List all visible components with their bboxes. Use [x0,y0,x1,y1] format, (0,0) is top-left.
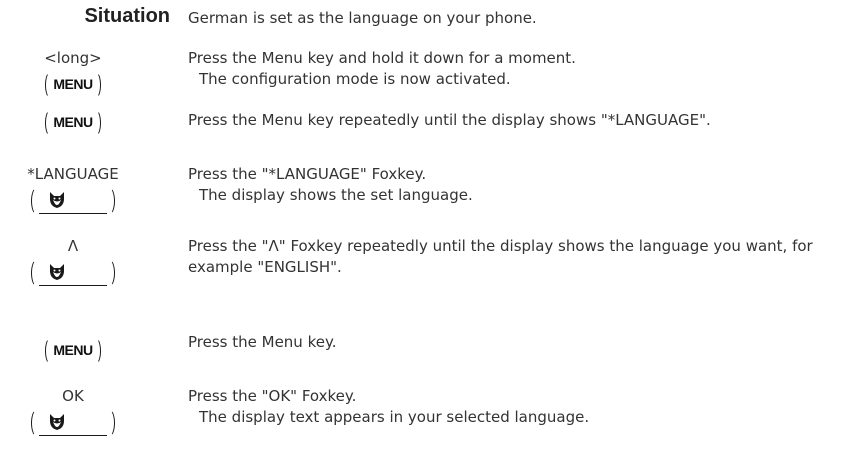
situation-text: German is set as the language on your ph… [188,9,537,27]
instruction-text: Press the "*LANGUAGE" Foxkey. [188,165,427,183]
step-text: Press the "OK" Foxkey. The display text … [188,386,858,428]
step-text: Press the Menu key and hold it down for … [188,48,858,90]
result-text: The display shows the set language. [199,186,473,204]
step-key-column: MENU [0,110,146,140]
step-key-column: <long> MENU [0,48,146,102]
menu-key-text: MENU [53,76,93,92]
step-key-column: OK [0,386,146,441]
result-text: The display text appears in your selecte… [199,408,590,426]
instruction-text: Press the Menu key and hold it down for … [188,49,576,67]
menu-key-text: MENU [53,114,93,130]
menu-key-text: MENU [53,342,93,358]
step-key-column: MENU [0,332,146,368]
fox-icon [50,192,64,208]
instruction-text: Press the "Λ" Foxkey repeatedly until th… [188,237,813,276]
step-key-column: Λ [0,236,146,291]
step-text: Press the "*LANGUAGE" Foxkey. The displa… [188,164,858,206]
manual-page: Situation German is set as the language … [0,0,868,459]
menu-key-icon: MENU [45,72,101,98]
fox-icon [50,414,64,430]
key-label: OK [62,387,84,405]
instruction-text: Press the "OK" Foxkey. [188,387,357,405]
foxkey-button-icon [31,259,115,287]
menu-key-icon: MENU [45,338,101,364]
result-text: The configuration mode is now activated. [199,70,511,88]
key-label: *LANGUAGE [27,165,119,183]
instruction-text: Press the Menu key. [188,333,337,351]
instruction-text: Press the Menu key repeatedly until the … [188,111,711,129]
step-text: Press the Menu key. [188,332,858,353]
section-heading: Situation [84,5,170,27]
menu-key-icon: MENU [45,110,101,136]
step-text: Press the "Λ" Foxkey repeatedly until th… [188,236,858,278]
step-text: Press the Menu key repeatedly until the … [188,110,858,131]
step-key-column: *LANGUAGE [0,164,146,219]
foxkey-button-icon [31,187,115,215]
fox-icon [50,264,64,280]
key-label: <long> [44,49,102,67]
foxkey-button-icon [31,409,115,437]
key-label: Λ [67,237,79,255]
